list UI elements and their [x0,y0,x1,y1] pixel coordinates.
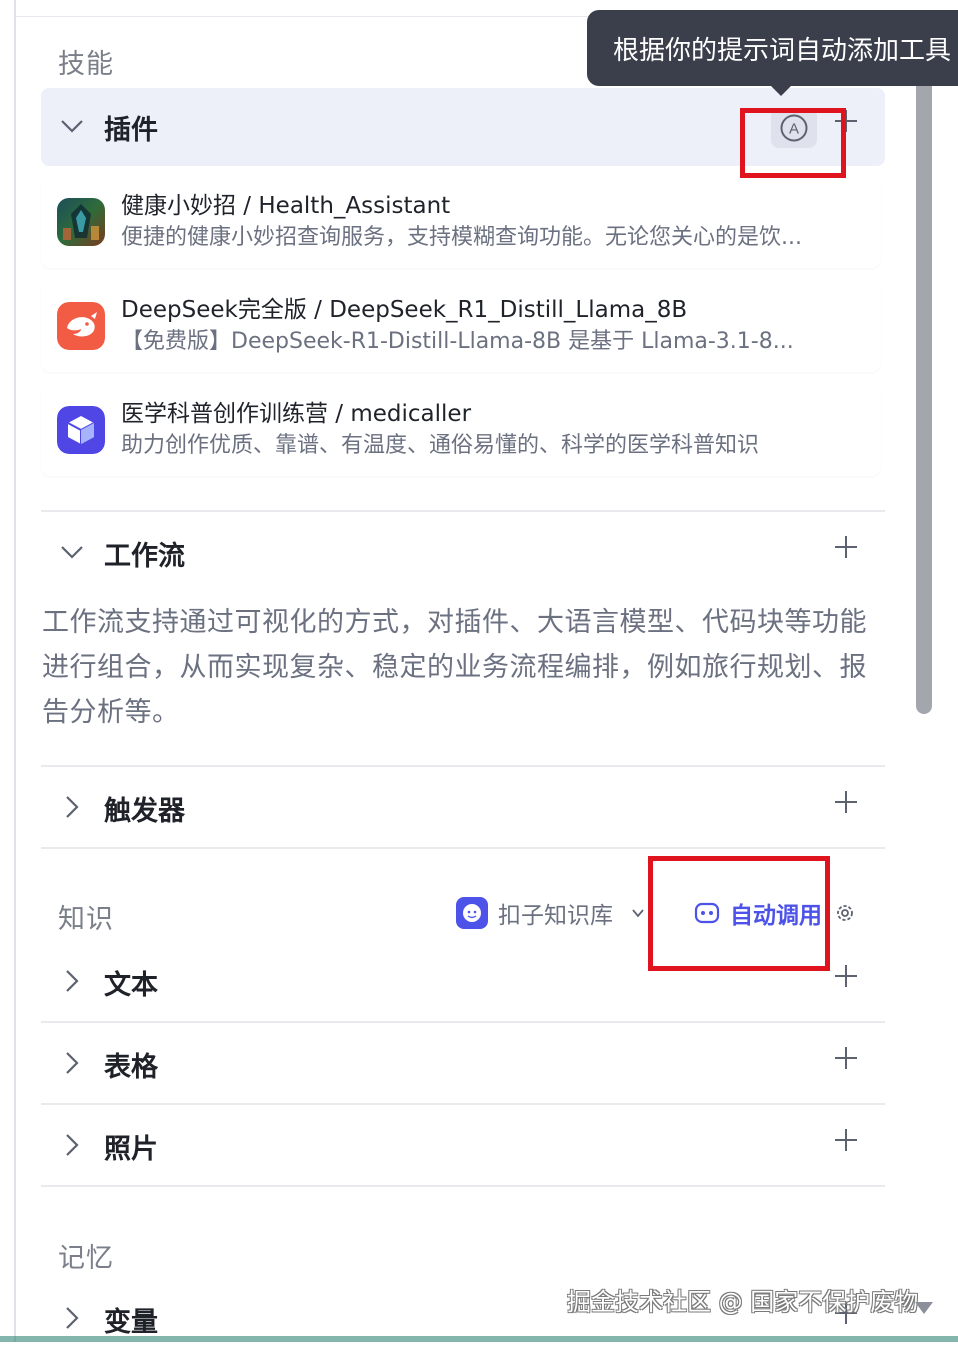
plugin-card[interactable]: 健康小妙招 / Health_Assistant 便捷的健康小妙招查询服务，支持… [41,176,881,268]
panel-left-border [14,0,16,1342]
tooltip: 根据你的提示词自动添加工具 [587,10,958,96]
vertical-scrollbar[interactable] [914,60,934,714]
workflow-description: 工作流支持通过可视化的方式，对插件、大语言模型、代码块等功能进行组合，从而实现复… [42,607,867,728]
tooltip-arrow [771,86,791,96]
chevron-down-icon[interactable] [59,539,85,565]
add-workflow-button[interactable] [835,536,857,558]
plugin-description: 助力创作优质、靠谱、有温度、通俗易懂的、科学的医学科普知识 [121,433,760,458]
cube-icon [57,406,105,454]
memory-variable-title: 变量 [104,1307,158,1338]
section-label-knowledge: 知识 [58,904,114,935]
highlight-box-auto-call [648,856,830,971]
add-trigger-button[interactable] [835,791,857,813]
plugin-name: 医学科普创作训练营 / medicaller [121,401,472,427]
divider [41,765,885,767]
highlight-box-auto-add [740,108,846,178]
knowledge-photo-title: 照片 [104,1134,158,1165]
plugin-description: 【免费版】DeepSeek-R1-Distill-Llama-8B 是基于 Ll… [121,329,794,354]
knowledge-table-header[interactable]: 表格 [41,1025,885,1103]
knowledge-photo-header[interactable]: 照片 [41,1107,885,1185]
chevron-down-icon [632,909,644,918]
coze-kb-icon [456,897,488,929]
knowledge-base-selector[interactable]: 扣子知识库 [456,896,645,930]
bottom-border [0,1336,958,1342]
workflow-header[interactable]: 工作流 [41,514,885,592]
plugins-title: 插件 [104,115,158,146]
add-photo-button[interactable] [835,1129,857,1151]
divider [41,847,885,849]
plugin-description: 便捷的健康小妙招查询服务，支持模糊查询功能。无论您关心的是饮... [121,225,802,250]
watermark: 掘金技术社区 @ 国家不保护废物 [567,1288,919,1316]
workflow-title: 工作流 [104,541,185,572]
trigger-title: 触发器 [104,796,185,827]
chevron-down-icon[interactable] [59,113,85,139]
scrollbar-thumb[interactable] [916,60,932,714]
health-assistant-icon [57,198,105,246]
knowledge-text-title: 文本 [104,970,158,1001]
chevron-right-icon[interactable] [59,968,85,994]
add-table-button[interactable] [835,1047,857,1069]
chevron-right-icon[interactable] [59,1050,85,1076]
knowledge-table-title: 表格 [104,1052,158,1083]
add-text-button[interactable] [835,965,857,987]
divider [41,1021,885,1023]
chevron-right-icon[interactable] [59,1132,85,1158]
chevron-right-icon[interactable] [59,794,85,820]
plugin-card[interactable]: 医学科普创作训练营 / medicaller 助力创作优质、靠谱、有温度、通俗易… [41,384,881,476]
chevron-right-icon[interactable] [59,1305,85,1331]
divider [41,1185,885,1187]
divider [41,510,885,512]
caret-down-icon [915,1302,933,1314]
trigger-header[interactable]: 触发器 [41,769,885,847]
section-label-memory: 记忆 [58,1243,114,1274]
knowledge-base-label: 扣子知识库 [498,903,613,929]
plugin-name: 健康小妙招 / Health_Assistant [121,193,451,219]
deepseek-whale-icon [57,302,105,350]
plugin-card[interactable]: DeepSeek完全版 / DeepSeek_R1_Distill_Llama_… [41,280,881,372]
tooltip-text: 根据你的提示词自动添加工具 [613,36,952,66]
gear-icon[interactable] [834,902,856,924]
section-label-skills: 技能 [58,49,114,80]
divider [41,1103,885,1105]
plugin-name: DeepSeek完全版 / DeepSeek_R1_Distill_Llama_… [121,297,688,323]
